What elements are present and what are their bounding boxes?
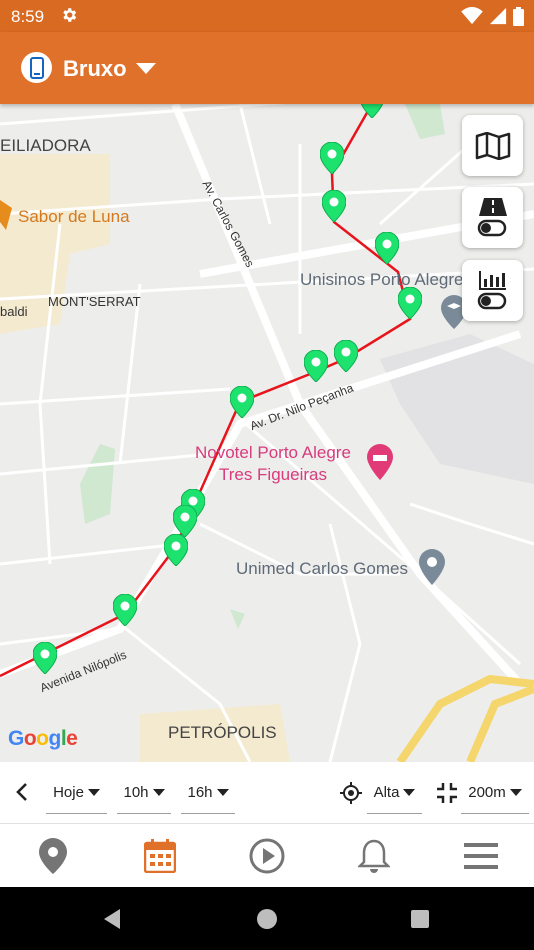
- to-hour-select[interactable]: 16h: [181, 780, 235, 814]
- phone-icon[interactable]: [21, 52, 52, 83]
- caret-down-icon: [87, 789, 100, 796]
- to-hour-value: 16h: [187, 784, 213, 801]
- google-logo: Google: [8, 727, 78, 750]
- gear-icon: [63, 8, 77, 22]
- battery-icon: [513, 6, 524, 26]
- wifi-icon: [461, 7, 483, 25]
- crosshair-icon: [340, 782, 362, 804]
- bottom-nav: [0, 824, 534, 887]
- location-marker-icon[interactable]: [33, 642, 57, 674]
- status-bar: 8:59: [0, 0, 534, 32]
- from-hour-value: 10h: [123, 784, 149, 801]
- filter-bar: Hoje 10h 16h Alta 200m: [0, 762, 534, 824]
- hotel-label: Novotel Porto Alegre Tres Figueiras: [195, 442, 351, 486]
- system-nav-bar: [0, 887, 534, 950]
- caret-down-icon: [509, 789, 522, 796]
- nav-location[interactable]: [33, 836, 73, 876]
- back-icon[interactable]: [100, 907, 124, 931]
- precision-value: Alta: [373, 784, 400, 801]
- location-marker-icon[interactable]: [398, 287, 422, 319]
- status-time: 8:59: [11, 7, 45, 26]
- chevron-left-icon[interactable]: [12, 782, 32, 802]
- hotel-label-line1: Novotel Porto Alegre: [195, 443, 351, 462]
- location-marker-icon[interactable]: [360, 104, 384, 118]
- location-marker-icon[interactable]: [375, 232, 399, 264]
- location-marker-icon[interactable]: [334, 340, 358, 372]
- map-canvas: [0, 104, 534, 762]
- distance-value: 200m: [468, 784, 506, 801]
- location-marker-icon[interactable]: [164, 534, 188, 566]
- distance-select[interactable]: 200m: [461, 780, 529, 814]
- university-label: Unisinos Porto Alegre: [300, 270, 464, 289]
- hotel-label-line2: Tres Figueiras: [218, 465, 327, 484]
- hotel-pin-icon[interactable]: [367, 444, 393, 480]
- restaurant-label: Sabor de Luna: [18, 207, 130, 226]
- chart-toggle-button[interactable]: [462, 260, 523, 321]
- restaurant-pin-icon[interactable]: [0, 200, 12, 230]
- bell-icon: [358, 839, 390, 873]
- location-marker-icon[interactable]: [173, 505, 197, 537]
- location-icon: [39, 838, 67, 874]
- location-marker-icon[interactable]: [320, 142, 344, 174]
- chevron-down-icon[interactable]: [136, 63, 156, 74]
- calendar-icon: [144, 839, 176, 873]
- caret-down-icon: [152, 789, 165, 796]
- petropolis-label: PETRÓPOLIS: [168, 723, 277, 742]
- collapse-icon: [437, 783, 457, 803]
- street-label: baldi: [0, 304, 28, 319]
- location-marker-icon[interactable]: [113, 594, 137, 626]
- location-marker-icon[interactable]: [322, 190, 346, 222]
- nav-alerts[interactable]: [354, 836, 394, 876]
- unimed-label: Unimed Carlos Gomes: [236, 559, 408, 578]
- day-select[interactable]: Hoje: [46, 780, 107, 814]
- app-bar: Bruxo: [0, 32, 534, 104]
- nav-playback[interactable]: [247, 836, 287, 876]
- recents-icon[interactable]: [408, 907, 432, 931]
- caret-down-icon: [216, 789, 229, 796]
- device-name[interactable]: Bruxo: [63, 56, 127, 82]
- chart-toggle-icon: [477, 270, 506, 309]
- menu-icon: [464, 843, 498, 869]
- clinic-pin-icon[interactable]: [419, 549, 445, 585]
- map-view[interactable]: EILIADORA Sabor de Luna MONT'SERRAT bald…: [0, 104, 534, 762]
- location-marker-icon[interactable]: [230, 386, 254, 418]
- nav-calendar[interactable]: [140, 836, 180, 876]
- day-value: Hoje: [53, 784, 84, 801]
- play-icon: [249, 838, 285, 874]
- signal-icon: [489, 7, 507, 25]
- from-hour-select[interactable]: 10h: [117, 780, 171, 814]
- road-toggle-button[interactable]: [462, 187, 523, 248]
- location-marker-icon[interactable]: [304, 350, 328, 382]
- road-toggle-icon: [477, 197, 507, 236]
- caret-down-icon: [403, 789, 416, 796]
- map-type-icon: [475, 131, 510, 160]
- neighborhood-label: EILIADORA: [0, 136, 91, 155]
- montserrat-label: MONT'SERRAT: [48, 294, 141, 309]
- home-icon[interactable]: [255, 907, 279, 931]
- nav-menu[interactable]: [461, 836, 501, 876]
- map-type-button[interactable]: [462, 115, 523, 176]
- precision-select[interactable]: Alta: [367, 780, 422, 814]
